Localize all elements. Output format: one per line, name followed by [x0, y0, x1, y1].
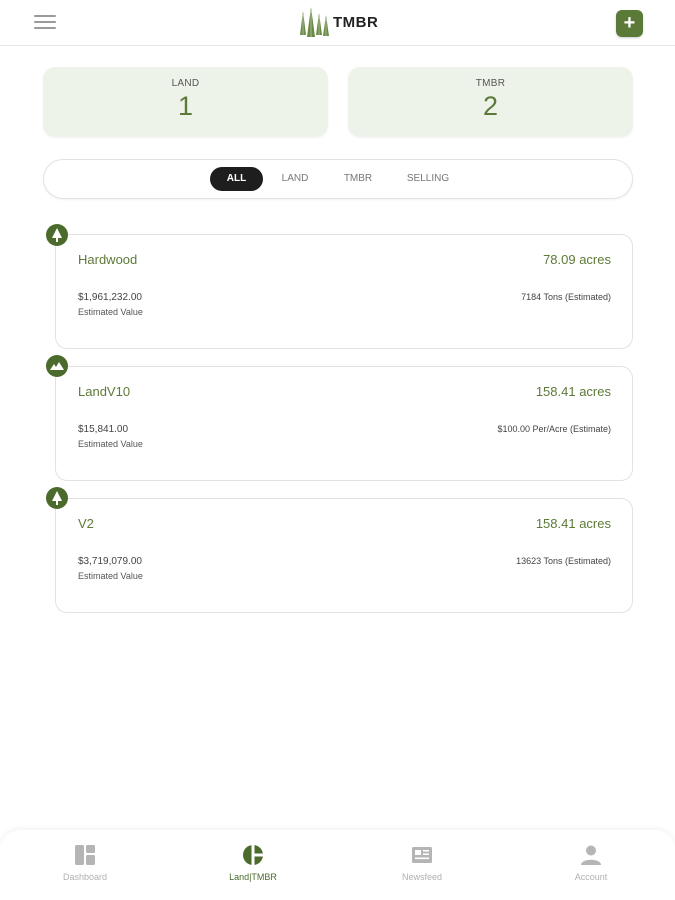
- tree-icon: [46, 224, 68, 246]
- filter-chip-selling[interactable]: SELLING: [400, 167, 456, 191]
- land-tmbr-icon: [243, 845, 263, 865]
- property-acres: 78.09 acres: [543, 252, 611, 267]
- property-value: $1,961,232.00: [78, 292, 142, 303]
- nav-dashboard-label: Dashboard: [62, 872, 108, 882]
- add-property-button[interactable]: +: [616, 10, 643, 37]
- nav-land-tmbr-label: Land|TMBR: [229, 872, 277, 882]
- filter-bar: ALL LAND TMBR SELLING: [43, 159, 633, 199]
- nav-account-label: Account: [574, 872, 608, 882]
- filter-chip-tmbr[interactable]: TMBR: [336, 167, 380, 191]
- property-acres: 158.41 acres: [535, 516, 611, 531]
- tmbr-count-card[interactable]: TMBR 2: [348, 67, 633, 137]
- property-name: V2: [78, 516, 94, 531]
- property-card-landv10[interactable]: LandV10 158.41 acres $15,841.00 Estimate…: [55, 366, 633, 481]
- property-detail: 7184 Tons (Estimated): [521, 292, 611, 302]
- nav-newsfeed-label: Newsfeed: [401, 872, 443, 882]
- land-icon: [46, 355, 68, 377]
- property-detail: $100.00 Per/Acre (Estimate): [497, 424, 611, 434]
- property-acres: 158.41 acres: [535, 384, 611, 399]
- logo-text: TMBR: [333, 13, 379, 31]
- account-icon: [581, 845, 601, 865]
- nav-land-tmbr[interactable]: Land|TMBR: [193, 844, 313, 882]
- property-name: Hardwood: [78, 252, 138, 267]
- nav-newsfeed[interactable]: Newsfeed: [362, 844, 482, 882]
- property-value-label: Estimated Value: [78, 571, 143, 581]
- tmbr-count-value: 2: [482, 91, 499, 121]
- trees-logo-icon: [300, 7, 329, 37]
- property-detail: 13623 Tons (Estimated): [516, 556, 611, 566]
- land-count-value: 1: [177, 91, 194, 121]
- tmbr-count-label: TMBR: [475, 78, 506, 89]
- land-count-card[interactable]: LAND 1: [43, 67, 328, 137]
- hamburger-menu-icon[interactable]: [34, 13, 58, 31]
- newsfeed-icon: [412, 847, 432, 863]
- land-count-label: LAND: [171, 78, 200, 89]
- filter-chip-all[interactable]: ALL: [210, 167, 263, 191]
- app-header: TMBR +: [0, 0, 675, 46]
- property-name: LandV10: [78, 384, 131, 399]
- property-value-label: Estimated Value: [78, 439, 143, 449]
- property-value: $15,841.00: [78, 424, 129, 435]
- dashboard-icon: [75, 845, 95, 865]
- property-value-label: Estimated Value: [78, 307, 143, 317]
- property-value: $3,719,079.00: [78, 556, 142, 567]
- nav-dashboard[interactable]: Dashboard: [25, 844, 145, 882]
- nav-account[interactable]: Account: [531, 844, 651, 882]
- tree-icon: [46, 487, 68, 509]
- filter-chip-land[interactable]: LAND: [274, 167, 316, 191]
- property-card-v2[interactable]: V2 158.41 acres $3,719,079.00 Estimated …: [55, 498, 633, 613]
- property-card-hardwood[interactable]: Hardwood 78.09 acres $1,961,232.00 Estim…: [55, 234, 633, 349]
- tmbr-logo: TMBR: [296, 4, 378, 40]
- bottom-nav: Dashboard Land|TMBR Newsfeed Account: [0, 830, 675, 900]
